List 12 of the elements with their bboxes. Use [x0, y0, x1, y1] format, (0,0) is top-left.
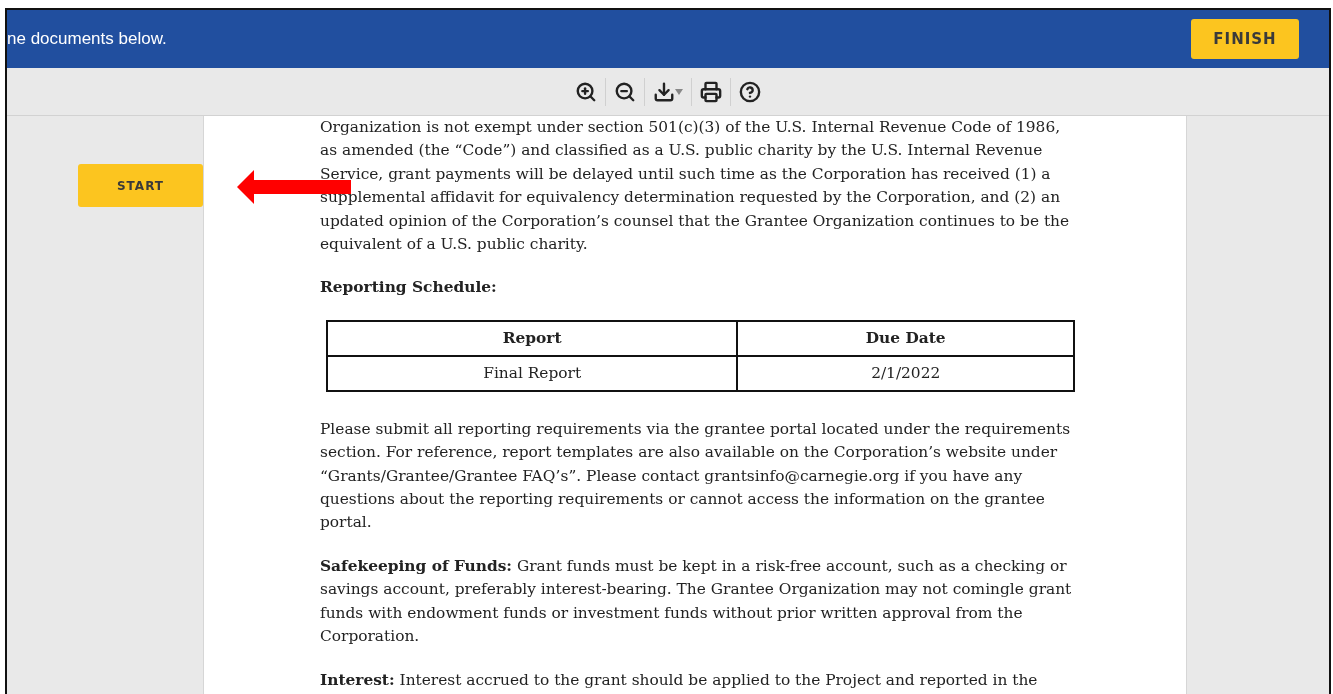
- column-header: Due Date: [737, 320, 1074, 356]
- paragraph: Organization is not exempt under section 501(c)(3) of the U.S. Internal Revenue Code of 1986, as amended (the “Code”) and classified as a U.S. public charity by the U.S. Internal Revenue Service, grant payments will be delayed until such time as the Corporation has received (1) a supplemental affidavit for equivalency determination requested by the Corporation, and (2) an updated opinion of the Corporation’s counsel that the Grantee Organization continues to be the equivalent of a U.S. public charity.: [320, 117, 1071, 256]
- start-button[interactable]: START: [78, 164, 203, 207]
- table-cell: 2/1/2022: [737, 355, 1074, 391]
- paragraph: Please submit all reporting requirements via the grantee portal located under the requirements section. For reference, report templates are also available on the Corporation’s website under “Grants/Grantee/Grantee FAQ’s”. Please contact grantsinfo@carnegie.org if you have any questions about the reporting requirements or cannot access the information on the grantee portal.: [320, 418, 1072, 534]
- paragraph: Interest: Interest accrued to the grant should be applied to the Project and reported in the: [320, 669, 1039, 691]
- paragraph: Safekeeping of Funds: Grant funds must be kept in a risk-free account, such as a checking or savings account, preferably interest-bearing. The Grantee Organization may not comingle grant funds with endowment funds or investment funds without prior written approval from the Corporation.: [320, 555, 1073, 648]
- header-message: ne documents below.: [7, 29, 167, 49]
- section-heading: Reporting Schedule:: [320, 277, 498, 299]
- column-header: Report: [327, 320, 738, 356]
- table-cell: Final Report: [327, 355, 738, 391]
- finish-button[interactable]: FINISH: [1191, 19, 1299, 59]
